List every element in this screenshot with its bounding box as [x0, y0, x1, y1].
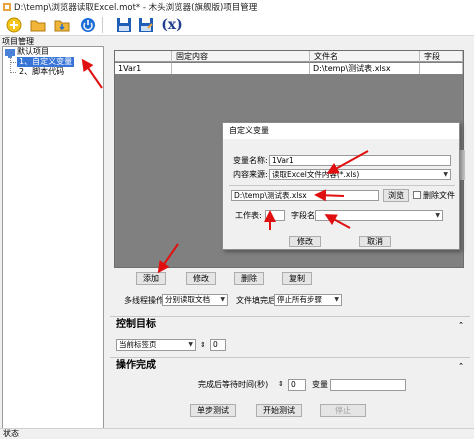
- control-target-header[interactable]: 控制目标 ⌃: [112, 318, 468, 332]
- var-name-input[interactable]: 1Var1: [269, 155, 451, 166]
- source-select[interactable]: 读取Excel文件内容(*.xls) ▼: [269, 169, 451, 180]
- browse-button[interactable]: 浏览: [383, 189, 409, 202]
- stop-button: 停止: [320, 404, 366, 417]
- wait-time-label: 完成后等待时间(秒): [198, 380, 269, 389]
- import-folder-icon[interactable]: [52, 15, 72, 35]
- add-button[interactable]: 添加: [136, 272, 166, 285]
- field-select[interactable]: ▼: [315, 210, 443, 221]
- grid-cell-field: [420, 63, 463, 74]
- variable-input[interactable]: [330, 379, 406, 391]
- wait-time-input[interactable]: 0: [288, 379, 306, 391]
- title-bar: D:\temp\浏览器读取Excel.mot* - 木头浏览器(旗舰版)项目管理: [0, 0, 474, 14]
- chevron-down-icon: ▼: [188, 341, 193, 348]
- section-divider: [110, 316, 470, 317]
- operation-complete-header[interactable]: 操作完成 ⌃: [112, 359, 468, 373]
- sheet-input[interactable]: 1: [265, 210, 285, 221]
- start-test-button[interactable]: 开始测试: [256, 404, 302, 417]
- step-test-button[interactable]: 单步测试: [190, 404, 236, 417]
- after-file-select[interactable]: 停止所有步骤 ▼: [274, 294, 342, 306]
- grid-col-header: 字段: [420, 51, 463, 62]
- save-as-icon[interactable]: [136, 15, 156, 35]
- variable-label: 变量: [312, 380, 328, 389]
- save-icon[interactable]: [114, 15, 134, 35]
- multithread-label: 多线程操作: [124, 296, 164, 305]
- table-row[interactable]: 1Var1 D:\temp\测试表.xlsx: [115, 63, 463, 74]
- section-divider: [110, 357, 470, 358]
- divider: [229, 185, 455, 186]
- grid-cell-fixed: [172, 63, 310, 74]
- multithread-select[interactable]: 分别读取文档 ▼: [162, 294, 228, 306]
- grid-col-header: 文件名: [310, 51, 420, 62]
- tab-index-input[interactable]: 0: [210, 339, 226, 351]
- new-icon[interactable]: [4, 15, 24, 35]
- grid-header: 固定内容 文件名 字段: [115, 51, 463, 62]
- chevron-down-icon: ▼: [443, 171, 448, 178]
- window-title: D:\temp\浏览器读取Excel.mot* - 木头浏览器(旗舰版)项目管理: [14, 3, 258, 13]
- grid-scrollbar[interactable]: [460, 150, 465, 180]
- project-tree[interactable]: 默认项目 1、自定义变量 2、脚本代码: [2, 46, 104, 429]
- operation-complete-title: 操作完成: [116, 360, 156, 371]
- project-panel-header: 项目管理: [2, 37, 34, 46]
- field-label: 字段名:: [291, 211, 318, 220]
- toolbar: (x): [0, 14, 474, 36]
- chevron-down-icon: ▼: [334, 296, 339, 303]
- tree-item-script-code[interactable]: 2、脚本代码: [19, 67, 64, 77]
- tree-line: [10, 72, 16, 73]
- grid-cell-name: 1Var1: [115, 63, 172, 74]
- copy-button[interactable]: 复制: [282, 272, 312, 285]
- tree-line: [10, 62, 16, 63]
- custom-variable-dialog: 自定义变量 变量名称: 1Var1 内容来源: 读取Excel文件内容(*.xl…: [222, 122, 460, 250]
- grid-col-header: [115, 51, 172, 62]
- after-file-select-value: 停止所有步骤: [277, 295, 322, 304]
- delete-file-label: 删除文件: [423, 191, 455, 200]
- tree-line: [10, 57, 11, 73]
- source-label: 内容来源:: [233, 170, 268, 179]
- app-icon: [3, 3, 11, 11]
- var-name-label: 变量名称:: [233, 156, 268, 165]
- toolbar-separator: [102, 17, 103, 33]
- source-select-value: 读取Excel文件内容(*.xls): [272, 170, 360, 179]
- target-select-value: 当前标签页: [119, 340, 157, 349]
- after-file-label: 文件填完后: [236, 296, 276, 305]
- control-target-title: 控制目标: [116, 319, 156, 330]
- file-path-input[interactable]: D:\temp\测试表.xlsx: [231, 190, 379, 201]
- multithread-select-value: 分别读取文档: [165, 295, 210, 304]
- status-bar: 状态: [0, 428, 474, 438]
- tree-item-custom-variable[interactable]: 1、自定义变量: [17, 57, 75, 67]
- dialog-modify-button[interactable]: 修改: [289, 236, 321, 247]
- power-icon[interactable]: [78, 15, 98, 35]
- dialog-cancel-button[interactable]: 取消: [359, 236, 391, 247]
- open-folder-icon[interactable]: [28, 15, 48, 35]
- chevron-down-icon: ▼: [220, 296, 225, 303]
- variable-icon[interactable]: (x): [158, 15, 186, 35]
- chevron-down-icon: ▼: [435, 212, 440, 219]
- collapse-chevron-icon[interactable]: ⌃: [458, 318, 464, 332]
- modify-button[interactable]: 修改: [186, 272, 216, 285]
- delete-button[interactable]: 删除: [234, 272, 264, 285]
- sheet-label: 工作表:: [235, 211, 262, 220]
- collapse-chevron-icon[interactable]: ⌃: [458, 359, 464, 373]
- delete-file-checkbox[interactable]: [413, 191, 421, 199]
- grid-col-header: 固定内容: [172, 51, 310, 62]
- spinner-icon[interactable]: ⇕: [278, 379, 284, 390]
- tree-root[interactable]: 默认项目: [17, 47, 49, 57]
- target-select[interactable]: 当前标签页 ▼: [116, 339, 196, 351]
- spinner-icon[interactable]: ⇕: [200, 340, 206, 351]
- grid-cell-file: D:\temp\测试表.xlsx: [310, 63, 420, 74]
- dialog-title: 自定义变量: [223, 123, 459, 139]
